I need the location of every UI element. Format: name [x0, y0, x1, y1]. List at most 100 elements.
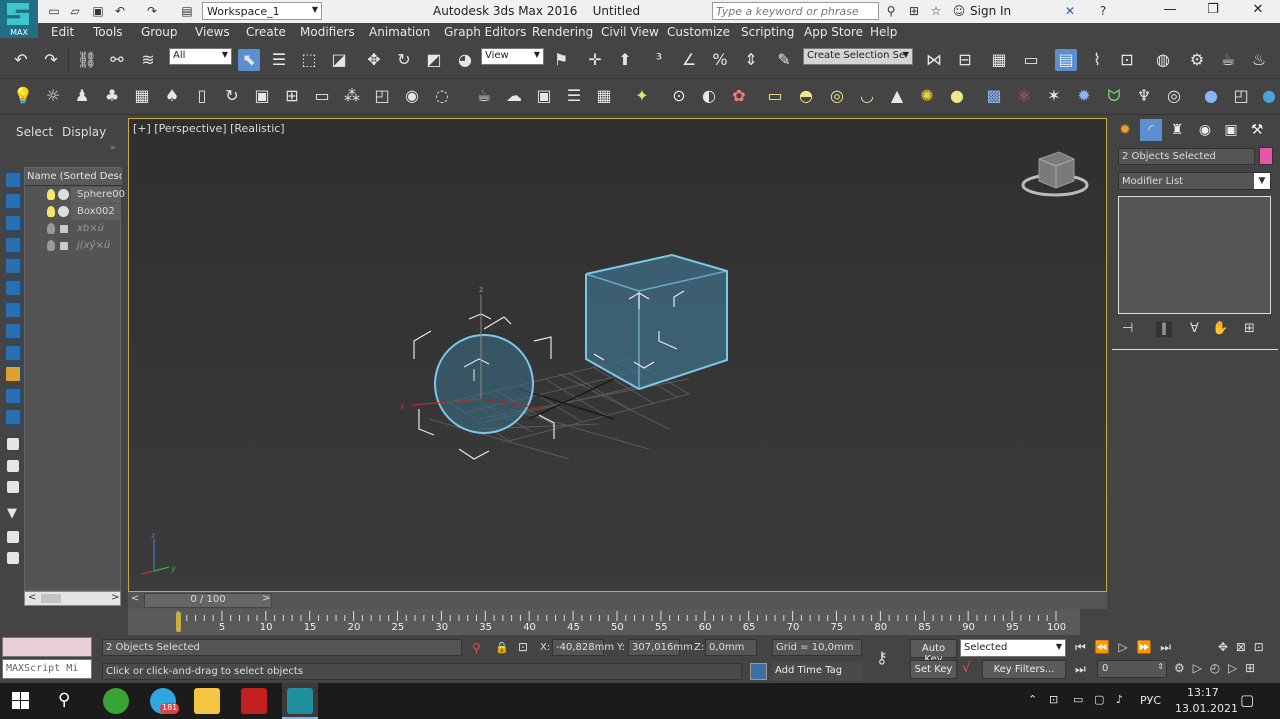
display-helpers-icon[interactable] — [5, 302, 21, 318]
menu-group[interactable]: Group — [141, 25, 178, 39]
menu-edit[interactable]: Edit — [51, 25, 74, 39]
hemisphere-primitive-icon[interactable]: ◓ — [795, 85, 817, 107]
select-object-icon[interactable]: ⬉ — [238, 49, 260, 71]
display-shapes-icon[interactable] — [5, 237, 21, 253]
display-space-warps-icon[interactable] — [5, 323, 21, 339]
volume-icon[interactable]: ♪ — [1116, 693, 1123, 706]
utilities-tab-icon[interactable]: ⚒ — [1246, 119, 1268, 141]
walk-through-icon[interactable]: ▷ — [1193, 661, 1202, 675]
x-coordinate-field[interactable]: -40,828mm — [552, 639, 614, 656]
menu-animation[interactable]: Animation — [369, 25, 430, 39]
tab-select[interactable]: Select — [16, 125, 53, 139]
reference-coordinate-dropdown[interactable]: View ▼ — [481, 48, 544, 65]
globe-icon[interactable]: ● — [1258, 85, 1280, 107]
mesh-icon[interactable]: ▩ — [983, 85, 1005, 107]
mirror-icon[interactable]: ⋈ — [923, 49, 945, 71]
display-lights-icon[interactable] — [5, 258, 21, 274]
favorites-star-icon[interactable]: ☆ — [929, 4, 943, 18]
table-icon[interactable]: ▦ — [593, 85, 615, 107]
bowl-primitive-icon[interactable]: ◡ — [856, 85, 878, 107]
display-tab-icon[interactable]: ▣ — [1220, 119, 1242, 141]
sun-light-icon[interactable]: ☼ — [42, 85, 64, 107]
zoom-all-icon[interactable]: ⊠ — [1236, 640, 1246, 654]
tree-icon[interactable]: ♣ — [101, 85, 123, 107]
workspace-dropdown[interactable]: Workspace_1 ▼ — [202, 2, 322, 20]
list-item[interactable]: xb×ü — [25, 221, 120, 237]
redo-icon[interactable]: ↷ — [40, 49, 62, 71]
select-and-link-icon[interactable]: ⛓ — [76, 49, 98, 71]
rendered-frame-window-icon[interactable]: ☕ — [1217, 49, 1239, 71]
binoculars-icon[interactable]: ⚲ — [884, 4, 898, 18]
selection-lock-icon[interactable]: 🔒 — [495, 641, 509, 654]
menu-graph-editors[interactable]: Graph Editors — [444, 25, 526, 39]
menu-tools[interactable]: Tools — [93, 25, 123, 39]
configure-modifier-sets-icon[interactable]: ⊞ — [1244, 321, 1255, 336]
app-menu-button[interactable]: MAX — [0, 0, 38, 38]
modifier-list-dropdown[interactable]: Modifier List ▼ — [1118, 172, 1271, 190]
close-button[interactable]: ✕ — [1243, 2, 1273, 20]
go-to-start-icon[interactable]: ⏮ — [1075, 640, 1086, 654]
key-icon[interactable]: ⚷ — [876, 648, 888, 667]
plane-primitive-icon[interactable]: ▭ — [764, 85, 786, 107]
search-input[interactable]: Type a keyword or phrase — [712, 2, 879, 20]
render-frame-icon[interactable]: ◰ — [1230, 85, 1252, 107]
pivot-center-icon[interactable]: ⚑ — [550, 49, 572, 71]
help-icon[interactable]: ? — [1096, 4, 1110, 18]
bulb-outline-icon[interactable]: ◌ — [431, 85, 453, 107]
grid-panel-icon[interactable]: ▦ — [131, 85, 153, 107]
curve-editor-icon[interactable]: ⌇ — [1086, 49, 1108, 71]
next-frame-icon[interactable]: > — [262, 593, 270, 604]
render-production-icon[interactable]: ♨ — [1248, 49, 1270, 71]
search-icon[interactable]: ⚲ — [58, 690, 70, 710]
spinner-icon[interactable]: ⇕ — [1157, 662, 1164, 671]
display-icon[interactable]: ▢ — [1094, 693, 1104, 706]
window-crossing-icon[interactable]: ◪ — [328, 49, 350, 71]
select-none-icon[interactable] — [7, 460, 19, 472]
undo-icon[interactable]: ↶ — [113, 4, 127, 18]
z-coordinate-field[interactable]: 0,0mm — [705, 639, 757, 656]
named-selection-dropdown[interactable]: Create Selection Se ▼ — [803, 48, 913, 65]
communication-center-icon[interactable]: ⊞ — [907, 4, 921, 18]
user-icon[interactable]: ☺ — [952, 4, 966, 18]
sync-selection-icon[interactable] — [7, 552, 19, 564]
object-name-field[interactable]: 2 Objects Selected — [1118, 148, 1255, 165]
open-file-icon[interactable]: ▱ — [68, 4, 82, 18]
gear-sphere-icon[interactable]: ✹ — [1073, 85, 1095, 107]
scroll-thumb[interactable] — [41, 594, 61, 603]
particles-icon[interactable]: ⁂ — [341, 85, 363, 107]
prev-frame-icon[interactable]: < — [131, 593, 139, 604]
selection-filter-dropdown[interactable]: All ▼ — [169, 48, 232, 65]
key-mode-toggle-icon[interactable]: ⏭ — [1075, 662, 1086, 677]
hair-fur-icon[interactable]: ♆ — [1133, 85, 1155, 107]
minimize-button[interactable]: — — [1155, 2, 1185, 20]
remove-modifier-icon[interactable]: ✋ — [1212, 321, 1228, 336]
column-header-name[interactable]: Name (Sorted Desce — [25, 168, 122, 186]
absolute-mode-icon[interactable]: ⊡ — [518, 640, 528, 654]
menu-help[interactable]: Help — [870, 25, 897, 39]
menu-app-store[interactable]: App Store — [804, 25, 863, 39]
input-language[interactable]: РУС — [1140, 694, 1161, 707]
maxscript-mini-listener[interactable]: MAXScript Mi — [2, 659, 92, 679]
render-setup-icon[interactable]: ⚙ — [1186, 49, 1208, 71]
horizontal-scrollbar[interactable]: < > — [24, 591, 121, 606]
teapot-icon[interactable]: ☕ — [473, 85, 495, 107]
add-time-tag-icon[interactable] — [750, 663, 767, 680]
play-icon[interactable]: ▷ — [1118, 640, 1127, 654]
zoom-extents-icon[interactable]: ⊡ — [1254, 640, 1264, 654]
new-file-icon[interactable]: ▭ — [47, 4, 61, 18]
layer-explorer-icon[interactable]: ▦ — [988, 49, 1010, 71]
utorrent-icon[interactable] — [103, 688, 129, 714]
key-mode-dropdown[interactable]: Selected ▼ — [960, 639, 1066, 657]
light-bulb-icon[interactable] — [47, 223, 55, 234]
align-icon[interactable]: ⊟ — [954, 49, 976, 71]
bind-to-space-warp-icon[interactable]: ≋ — [137, 49, 159, 71]
ribbon-toggle-icon[interactable]: ▭ — [1020, 49, 1042, 71]
rectangular-selection-icon[interactable]: ⬚ — [298, 49, 320, 71]
sphere-shade-icon[interactable]: ◐ — [698, 85, 720, 107]
show-end-result-icon[interactable]: ‖ — [1156, 321, 1172, 337]
scene-explorer-icon[interactable]: ▤ — [1055, 49, 1077, 71]
box-object[interactable] — [585, 253, 728, 391]
display-cameras-icon[interactable] — [5, 280, 21, 296]
windows-start-icon[interactable] — [12, 692, 30, 710]
orbit-icon[interactable]: ◴ — [1210, 661, 1220, 675]
